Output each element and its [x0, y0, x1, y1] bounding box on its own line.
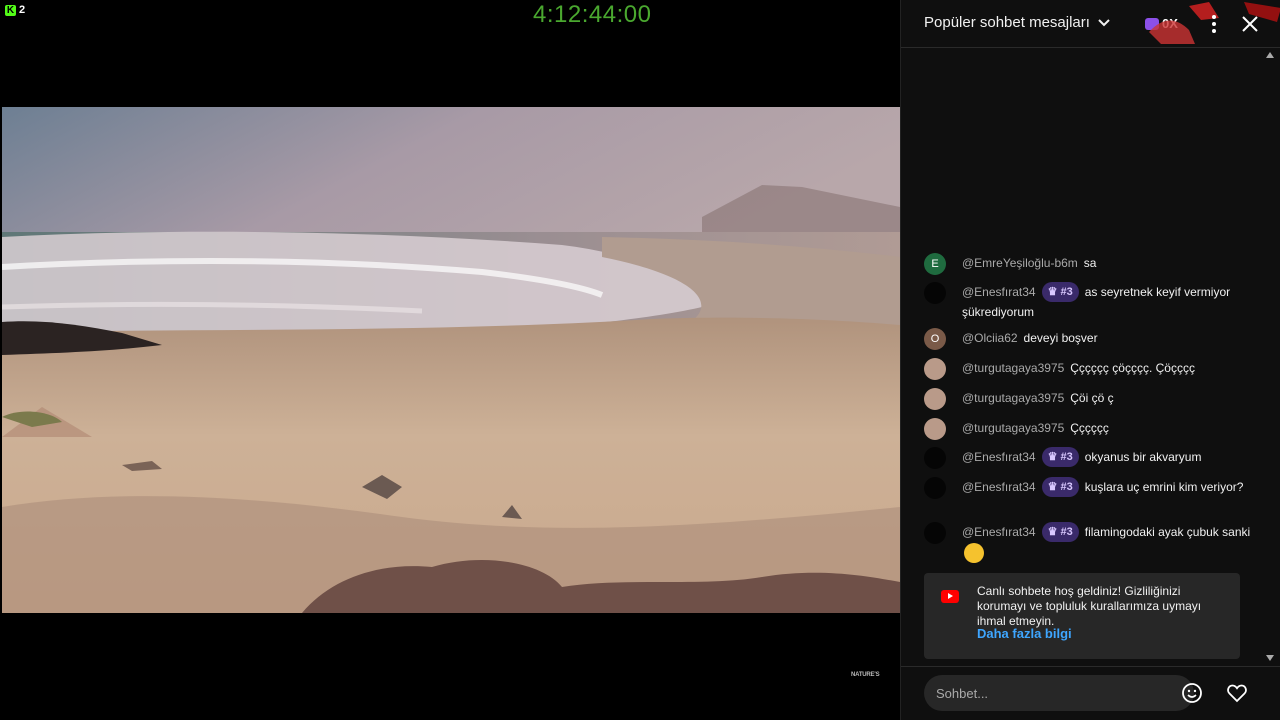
author-name[interactable]: @Olciia62: [962, 331, 1018, 345]
membership-badge: ♛ #3: [1041, 282, 1079, 302]
live-chat-panel: Popüler sohbet mesajları 0X E @EmreYeşil…: [900, 0, 1280, 720]
message-text: sa: [1083, 256, 1097, 270]
user-avatar: [924, 447, 946, 469]
heart-icon[interactable]: [1226, 682, 1248, 704]
message-text: filamingodaki ayak çubuk sanki: [1084, 525, 1251, 539]
message-text: okyanus bir akvaryum: [1084, 450, 1202, 464]
user-avatar: [924, 418, 946, 440]
badge-label: #3: [1060, 451, 1073, 463]
message-body: @Enesfırat34 ♛ #3 okyanus bir akvaryum: [962, 447, 1262, 467]
viewer-icon: [1145, 17, 1159, 30]
welcome-banner: Canlı sohbete hoş geldiniz! Gizliliğiniz…: [924, 573, 1240, 659]
membership-badge: ♛ #3: [1041, 447, 1079, 467]
broadcaster-watermark: NATURE'S: [851, 672, 880, 678]
kick-badge: K 2: [5, 4, 25, 16]
viewer-counter: 0X: [1145, 16, 1178, 31]
viewer-count: 0X: [1162, 16, 1178, 31]
author-name[interactable]: @Enesfırat34: [962, 450, 1036, 464]
message-body: @turgutagaya3975 Çççççç: [962, 418, 1262, 438]
message-body: @turgutagaya3975 Çççççç çöçççç. Çöçççç: [962, 358, 1262, 378]
chat-title: Popüler sohbet mesajları: [924, 14, 1090, 31]
author-name[interactable]: @Enesfırat34: [962, 480, 1036, 494]
user-avatar: E: [924, 253, 946, 275]
chevron-down-icon: [1098, 18, 1110, 26]
message-text: Çççççç çöçççç. Çöçççç: [1070, 361, 1195, 375]
stream-timer: 4:12:44:00: [533, 1, 652, 28]
badge-label: #3: [1060, 526, 1073, 538]
youtube-icon: [941, 590, 959, 603]
close-chat-icon[interactable]: [1238, 12, 1262, 36]
kick-count: 2: [19, 4, 26, 16]
message-text: deveyi boşver: [1023, 331, 1098, 345]
author-name[interactable]: @turgutagaya3975: [962, 421, 1064, 435]
user-avatar: [924, 358, 946, 380]
user-avatar: [924, 388, 946, 410]
chat-input[interactable]: [924, 675, 1194, 711]
more-options-icon[interactable]: [1204, 12, 1224, 36]
kick-logo-icon: K: [5, 4, 16, 16]
message-text: kuşlara uç emrini kim veriyor?: [1084, 480, 1244, 494]
message-body: @Enesfırat34 ♛ #3 filamingodaki ayak çubuk…: [962, 522, 1262, 563]
author-name[interactable]: @turgutagaya3975: [962, 391, 1064, 405]
user-avatar: [924, 522, 946, 544]
grinning-face-emoji-icon: [964, 542, 984, 563]
chat-header: Popüler sohbet mesajları 0X: [901, 0, 1280, 48]
learn-more-link[interactable]: Daha fazla bilgi: [977, 626, 1072, 641]
emoji-picker-icon[interactable]: [1181, 682, 1203, 704]
message-body: @Olciia62 deveyi boşver: [962, 328, 1262, 348]
author-name[interactable]: @Enesfırat34: [962, 285, 1036, 299]
chat-mode-dropdown[interactable]: Popüler sohbet mesajları: [924, 14, 1112, 31]
message-body: @Enesfırat34 ♛ #3 kuşlara uç emrini kim ve…: [962, 477, 1262, 497]
author-name[interactable]: @Enesfırat34: [962, 525, 1036, 539]
welcome-text: Canlı sohbete hoş geldiniz! Gizliliğiniz…: [977, 584, 1202, 628]
user-avatar: [924, 282, 946, 304]
user-avatar: [924, 477, 946, 499]
author-name[interactable]: @turgutagaya3975: [962, 361, 1064, 375]
beach-scene-image: [2, 107, 900, 613]
membership-badge: ♛ #3: [1041, 522, 1079, 542]
message-body: @EmreYeşiloğlu-b6m sa: [962, 253, 1262, 273]
message-text: Çççççç: [1070, 421, 1109, 435]
message-body: @turgutagaya3975 Çöi çö ç: [962, 388, 1262, 408]
user-avatar: O: [924, 328, 946, 350]
membership-badge: ♛ #3: [1041, 477, 1079, 497]
scroll-up-arrow-icon[interactable]: [1266, 51, 1274, 59]
badge-label: #3: [1060, 481, 1073, 493]
video-player[interactable]: [2, 107, 900, 613]
author-name[interactable]: @EmreYeşiloğlu-b6m: [962, 256, 1078, 270]
message-body: @Enesfırat34 ♛ #3 as seyretnek keyif vermi…: [962, 282, 1262, 322]
scroll-down-arrow-icon[interactable]: [1266, 654, 1274, 662]
stream-stage: K 2 4:12:44:00 NATURE'S: [0, 0, 900, 720]
message-text: Çöi çö ç: [1070, 391, 1114, 405]
chat-input-area: [901, 666, 1280, 720]
badge-label: #3: [1060, 286, 1073, 298]
